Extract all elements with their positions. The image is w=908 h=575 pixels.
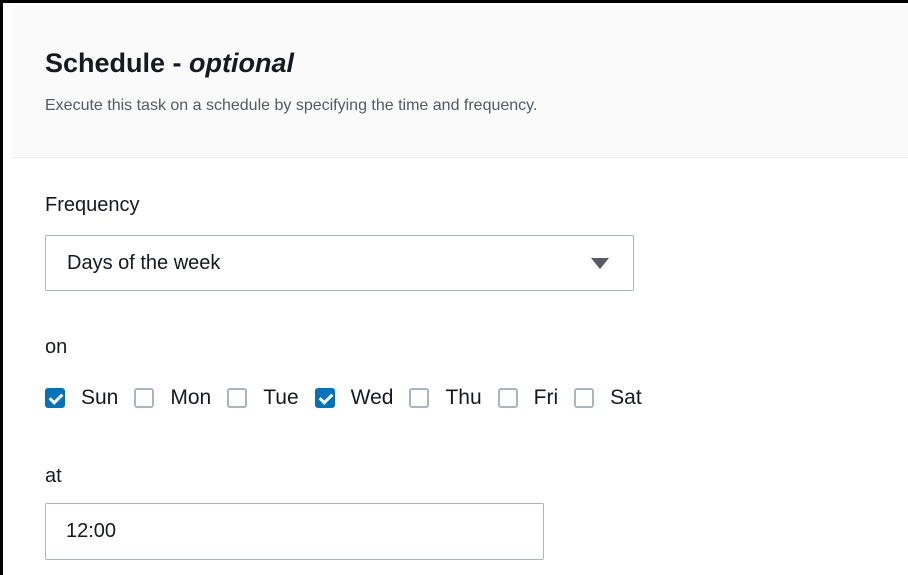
- time-input[interactable]: [45, 503, 544, 560]
- day-label-fri: Fri: [533, 386, 559, 409]
- day-label-sun: Sun: [81, 386, 119, 409]
- day-checkbox-sat[interactable]: [574, 388, 595, 408]
- day-checkbox-fri[interactable]: [497, 388, 518, 408]
- title-text: Schedule -: [45, 48, 190, 78]
- day-option-mon[interactable]: Mon: [134, 385, 211, 411]
- day-label-wed: Wed: [350, 386, 394, 409]
- panel-description: Execute this task on a schedule by speci…: [45, 97, 538, 114]
- day-label-thu: Thu: [445, 386, 482, 409]
- caret-down-icon: [591, 258, 609, 269]
- day-checkbox-mon[interactable]: [134, 388, 155, 408]
- day-option-tue[interactable]: Tue: [227, 385, 299, 411]
- day-label-sat: Sat: [610, 386, 642, 409]
- day-option-fri[interactable]: Fri: [497, 385, 559, 411]
- day-option-sun[interactable]: Sun: [45, 385, 118, 411]
- panel-header: Schedule - optional Execute this task on…: [12, 6, 908, 158]
- day-label-mon: Mon: [170, 386, 212, 409]
- panel-title: Schedule - optional: [45, 46, 294, 80]
- frequency-select[interactable]: Days of the week: [45, 235, 634, 291]
- days-of-week-group: Sun Mon Tue Wed Thu Fri Sat: [45, 384, 658, 412]
- frequency-label: Frequency: [45, 194, 140, 216]
- day-checkbox-wed[interactable]: [314, 388, 335, 408]
- day-checkbox-thu[interactable]: [409, 388, 430, 408]
- day-checkbox-tue[interactable]: [227, 388, 248, 408]
- title-optional-text: optional: [189, 48, 295, 78]
- frequency-selected-value: Days of the week: [67, 252, 221, 274]
- days-label: on: [45, 336, 68, 358]
- day-option-thu[interactable]: Thu: [409, 385, 482, 411]
- day-checkbox-sun[interactable]: [45, 388, 65, 408]
- day-option-sat[interactable]: Sat: [574, 385, 642, 411]
- day-label-tue: Tue: [263, 386, 299, 409]
- schedule-panel: Schedule - optional Execute this task on…: [0, 0, 908, 575]
- time-label: at: [45, 465, 62, 487]
- day-option-wed[interactable]: Wed: [314, 385, 394, 411]
